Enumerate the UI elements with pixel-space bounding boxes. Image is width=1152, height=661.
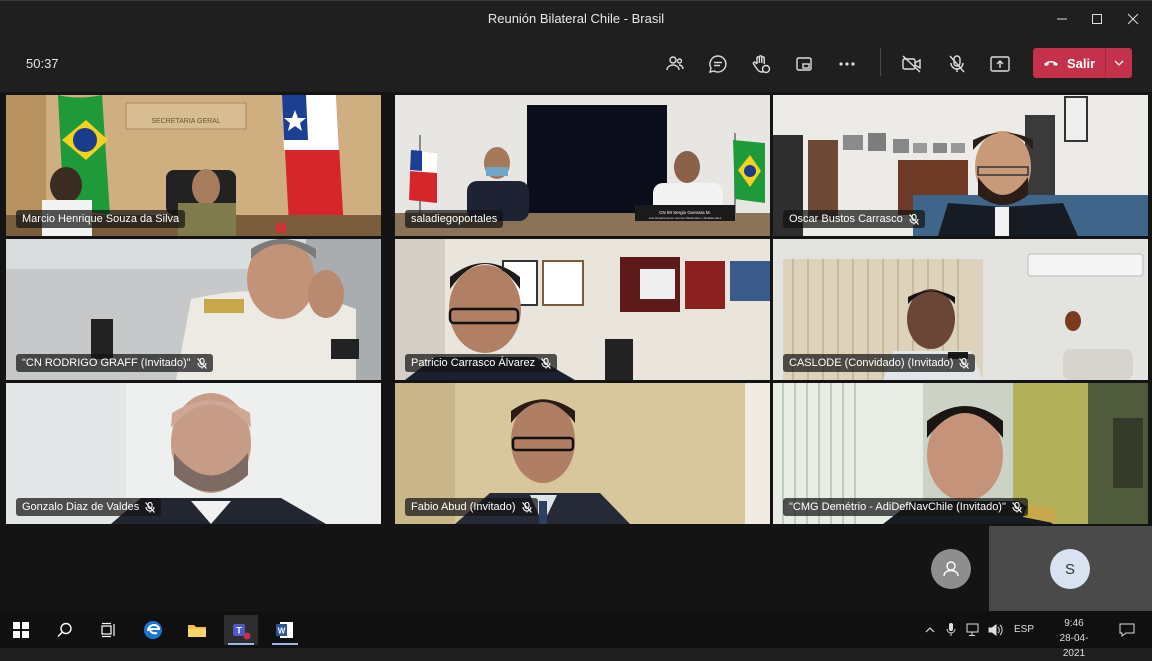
window-titlebar: Reunión Bilateral Chile - Brasil (0, 0, 1152, 36)
windows-taskbar: T W ESP 9:46 28-04-2021 (0, 611, 1152, 659)
name-plate: CN IM Sergio Guevara M. (659, 210, 711, 215)
mic-off-icon (196, 357, 207, 369)
participant-name-label: Patricio Carrasco Álvarez (405, 354, 558, 372)
raise-hand-icon[interactable] (747, 50, 775, 78)
speaker-icon (988, 624, 1003, 636)
task-view-button[interactable] (92, 615, 126, 645)
people-icon[interactable] (661, 50, 689, 78)
participant-name-label: Fabio Abud (Invitado) (405, 498, 538, 516)
folder-icon (188, 625, 206, 637)
mic-off-icon (541, 357, 552, 369)
minimize-button[interactable] (1050, 7, 1074, 31)
svg-text:T: T (236, 626, 242, 636)
participant-tile[interactable]: Gonzalo Diaz de Valdes (6, 383, 381, 524)
participant-name-label: Marcio Henrique Souza da Silva (16, 210, 186, 228)
mic-off-icon (1011, 501, 1022, 513)
tray-overflow-button[interactable] (920, 615, 940, 645)
meeting-timer: 50:37 (26, 56, 59, 71)
participant-tile[interactable]: Fabio Abud (Invitado) (395, 383, 770, 524)
self-view[interactable]: S (989, 526, 1152, 611)
mic-off-icon[interactable] (943, 50, 971, 78)
participant-name: Gonzalo Diaz de Valdes (22, 501, 140, 513)
tray-network-button[interactable] (963, 615, 985, 645)
participant-name-label: CASLODE (Convidado) (Invitado) (783, 354, 976, 372)
tray-clock[interactable]: 9:46 28-04-2021 (1052, 616, 1096, 661)
participant-tile[interactable]: CN IM Sergio Guevara M. Jefe Departament… (395, 95, 770, 236)
window-title: Reunión Bilateral Chile - Brasil (487, 11, 665, 26)
participant-name-label: Gonzalo Diaz de Valdes (16, 498, 162, 516)
participant-name-label: saladiegoportales (405, 210, 504, 228)
participant-name: saladiegoportales (411, 213, 498, 225)
participant-tile[interactable]: CASLODE (Convidado) (Invitado) (773, 239, 1148, 380)
leave-label: Salir (1067, 55, 1096, 71)
participant-name: "CMG Demétrio - AdiDefNavChile (Invitado… (789, 501, 1006, 513)
search-icon (57, 622, 72, 637)
self-avatar: S (1050, 549, 1090, 589)
participant-tile[interactable]: "CN RODRIGO GRAFF (Invitado)" (6, 239, 381, 380)
chat-icon[interactable] (704, 50, 732, 78)
windows-logo-icon (13, 622, 29, 638)
start-button[interactable] (4, 615, 38, 645)
edge-button[interactable] (136, 615, 170, 645)
teams-button[interactable]: T (224, 615, 258, 645)
name-plate-subtitle: Jefe Departamento Asuntos Bilaterales y … (649, 216, 722, 220)
participant-name: Marcio Henrique Souza da Silva (22, 213, 180, 225)
participant-tile[interactable]: SECRETARIA GERAL Marcio Henrique Souza d… (6, 95, 381, 236)
person-icon (943, 561, 959, 577)
notification-icon (1119, 623, 1135, 637)
maximize-button[interactable] (1085, 7, 1109, 31)
participant-tile[interactable]: Patricio Carrasco Álvarez (395, 239, 770, 380)
clock-date: 28-04-2021 (1059, 633, 1089, 659)
notifications-button[interactable] (1110, 615, 1144, 645)
participant-name-label: "CMG Demétrio - AdiDefNavChile (Invitado… (783, 498, 1028, 516)
participant-name: Oscar Bustos Carrasco (789, 213, 903, 225)
tray-volume-button[interactable] (985, 615, 1007, 645)
tray-mic-button[interactable] (942, 615, 960, 645)
task-view-icon (101, 622, 115, 638)
participant-tile[interactable]: Oscar Bustos Carrasco (773, 95, 1148, 236)
meeting-toolbar: 50:37 Salir (0, 36, 1152, 92)
file-explorer-button[interactable] (180, 615, 214, 645)
search-button[interactable] (48, 615, 82, 645)
leave-button[interactable]: Salir (1033, 48, 1132, 78)
leave-options-button[interactable] (1105, 48, 1132, 78)
input-language[interactable]: ESP (1014, 624, 1034, 635)
participant-tile[interactable]: "CMG Demétrio - AdiDefNavChile (Invitado… (773, 383, 1148, 524)
self-avatar-initial: S (1064, 560, 1075, 578)
participant-name-label: Oscar Bustos Carrasco (783, 210, 925, 228)
edge-icon (144, 621, 162, 639)
svg-text:W: W (278, 627, 286, 636)
video-stage: SECRETARIA GERAL Marcio Henrique Souza d… (0, 92, 1152, 611)
participant-name: Fabio Abud (Invitado) (411, 501, 516, 513)
clock-time: 9:46 (1064, 618, 1084, 629)
more-icon[interactable] (833, 50, 861, 78)
close-button[interactable] (1121, 7, 1145, 31)
overflow-participants-button[interactable] (931, 549, 971, 589)
participant-name-label: "CN RODRIGO GRAFF (Invitado)" (16, 354, 213, 372)
mic-off-icon (959, 357, 970, 369)
participant-name: CASLODE (Convidado) (Invitado) (789, 357, 954, 369)
mic-off-icon (521, 501, 532, 513)
word-button[interactable]: W (268, 615, 302, 645)
chevron-up-icon (925, 627, 935, 633)
share-tray-icon[interactable] (790, 50, 818, 78)
participant-name: "CN RODRIGO GRAFF (Invitado)" (22, 357, 191, 369)
microphone-icon (946, 623, 956, 636)
leave-main[interactable]: Salir (1033, 48, 1105, 78)
network-icon (966, 623, 979, 636)
camera-off-icon[interactable] (898, 50, 926, 78)
wall-sign: SECRETARIA GERAL (151, 118, 221, 125)
teams-icon: T (233, 624, 251, 640)
mic-off-icon (145, 501, 156, 513)
toolbar-divider (880, 48, 881, 76)
share-icon[interactable] (986, 50, 1014, 78)
participant-name: Patricio Carrasco Álvarez (411, 357, 536, 369)
mic-off-icon (908, 213, 919, 225)
word-icon: W (276, 622, 293, 638)
hang-up-icon (1044, 61, 1058, 66)
chevron-down-icon (1114, 60, 1124, 66)
